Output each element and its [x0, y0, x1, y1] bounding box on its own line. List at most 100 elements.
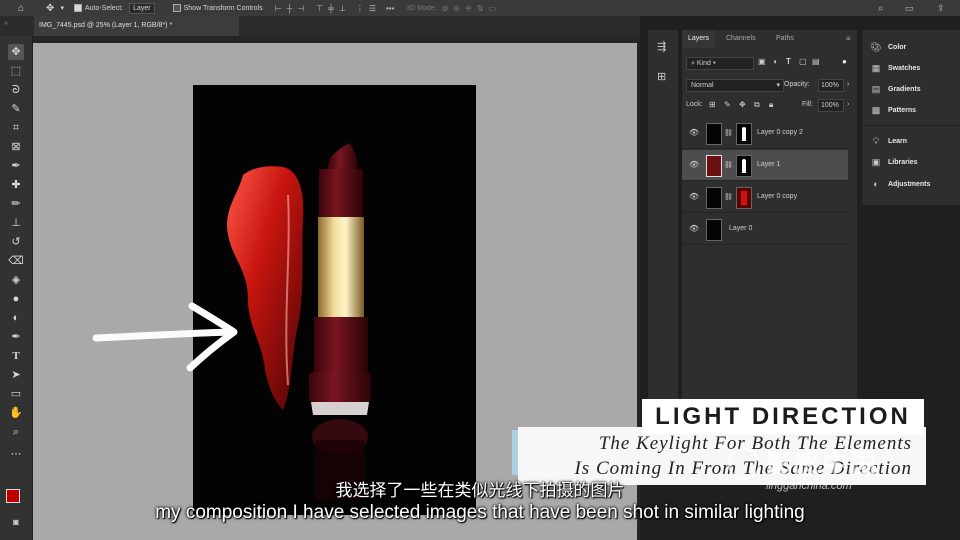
- share-icon[interactable]: ⇪: [937, 3, 945, 14]
- history-brush-tool-icon[interactable]: ↺: [8, 234, 24, 250]
- 3d-roll-icon[interactable]: ⊛: [453, 4, 460, 13]
- home-icon[interactable]: ⌂: [18, 3, 24, 14]
- properties-panel-icon[interactable]: ⊞: [657, 70, 666, 83]
- zoom-tool-icon[interactable]: ⌕: [8, 424, 24, 440]
- align-bottom-icon[interactable]: ⊥: [339, 4, 346, 13]
- filter-shape-icon[interactable]: ▢: [799, 57, 807, 66]
- eraser-tool-icon[interactable]: ⌫: [8, 253, 24, 269]
- visibility-eye-icon[interactable]: 👁︎: [689, 192, 699, 201]
- align-left-icon[interactable]: ⊢: [275, 4, 282, 13]
- move-tool-icon[interactable]: ✥: [8, 44, 24, 60]
- layer-thumbnail[interactable]: [706, 187, 722, 209]
- options-bar: ⌂ ✥ ▾ Auto-Select: Layer Show Transform …: [0, 0, 960, 17]
- panel-swatches[interactable]: ▦ Swatches: [870, 61, 921, 75]
- lock-pixels-icon[interactable]: ⊞: [709, 100, 716, 109]
- layer-mask-thumbnail[interactable]: [736, 155, 752, 177]
- layer-name[interactable]: Layer 0 copy 2: [757, 129, 803, 136]
- marquee-tool-icon[interactable]: ⬚: [8, 63, 24, 79]
- brush-tool-icon[interactable]: ✏: [8, 196, 24, 212]
- panel-menu-icon[interactable]: ≡: [846, 34, 851, 43]
- align-middle-icon[interactable]: ╪: [328, 4, 334, 13]
- auto-select-dropdown[interactable]: Layer: [129, 2, 155, 14]
- filter-kind-dropdown[interactable]: ⌕ Kind ▾: [686, 57, 754, 70]
- eyedropper-tool-icon[interactable]: ✒: [8, 158, 24, 174]
- more-options-icon[interactable]: •••: [386, 4, 394, 13]
- visibility-eye-icon[interactable]: 👁︎: [689, 128, 699, 137]
- path-selection-tool-icon[interactable]: ➤: [8, 367, 24, 383]
- panel-divider: [862, 125, 960, 126]
- dodge-tool-icon[interactable]: ◐: [8, 310, 24, 326]
- panel-learn[interactable]: 💡︎ Learn: [870, 134, 907, 148]
- tab-collapse-icon[interactable]: »: [4, 20, 8, 27]
- tab-paths[interactable]: Paths: [770, 30, 800, 48]
- auto-select-checkbox[interactable]: Auto-Select:: [73, 4, 123, 12]
- type-tool-icon[interactable]: T: [8, 348, 24, 364]
- tab-layers[interactable]: Layers: [682, 30, 716, 48]
- document-tab[interactable]: IMG_7445.psd @ 25% (Layer 1, RGB/8*) *: [34, 16, 239, 36]
- hand-tool-icon[interactable]: ✋: [8, 405, 24, 421]
- layer-row-selected[interactable]: 👁︎ ⛓︎ Layer 1: [682, 150, 848, 181]
- layer-mask-thumbnail[interactable]: [736, 187, 752, 209]
- visibility-eye-icon[interactable]: 👁︎: [689, 224, 699, 233]
- workspace-icon[interactable]: ▭: [905, 3, 914, 14]
- panel-adjustments[interactable]: ◐ Adjustments: [870, 177, 930, 191]
- move-tool-icon[interactable]: ✥: [46, 3, 54, 14]
- panel-gradients[interactable]: ▤ Gradients: [870, 82, 921, 96]
- blur-tool-icon[interactable]: ●: [8, 291, 24, 307]
- distribute-h-icon[interactable]: ☰: [369, 4, 376, 13]
- layer-name[interactable]: Layer 0: [729, 225, 752, 232]
- opacity-field[interactable]: 100%: [818, 79, 844, 92]
- fill-chevron-icon[interactable]: ›: [847, 101, 849, 108]
- layer-row[interactable]: 👁︎ ⛓︎ Layer 0 copy: [682, 182, 848, 213]
- 3d-camera-icon[interactable]: ▭: [489, 4, 497, 13]
- layer-row[interactable]: 👁︎ Layer 0: [682, 214, 848, 245]
- layer-mask-thumbnail[interactable]: [736, 123, 752, 145]
- history-panel-icon[interactable]: ⇶: [657, 40, 666, 53]
- lock-all-icon[interactable]: 🔒︎: [769, 100, 773, 110]
- filter-pixel-icon[interactable]: ▣: [758, 57, 766, 66]
- 3d-orbit-icon[interactable]: ⊚: [442, 4, 449, 13]
- panel-patterns[interactable]: ▩ Patterns: [870, 103, 916, 117]
- opacity-chevron-icon[interactable]: ›: [847, 81, 849, 88]
- filter-smart-icon[interactable]: ▤: [812, 57, 820, 66]
- layer-thumbnail[interactable]: [706, 123, 722, 145]
- 3d-pan-icon[interactable]: ✢: [465, 4, 472, 13]
- lock-brush-icon[interactable]: ✎: [724, 100, 731, 109]
- search-icon[interactable]: ⌕: [878, 3, 884, 14]
- rectangle-tool-icon[interactable]: ▭: [8, 386, 24, 402]
- layer-row[interactable]: 👁︎ ⛓︎ Layer 0 copy 2: [682, 118, 848, 149]
- quick-select-tool-icon[interactable]: ✎: [8, 101, 24, 117]
- more-tools-icon[interactable]: ⋯: [8, 446, 24, 462]
- panel-libraries[interactable]: ▣ Libraries: [870, 155, 918, 169]
- filter-adjust-icon[interactable]: ◑: [772, 57, 777, 66]
- panel-color-label: Color: [888, 43, 907, 51]
- distribute-icon[interactable]: ⋮: [356, 4, 364, 13]
- layer-thumbnail[interactable]: [706, 155, 722, 177]
- fill-field[interactable]: 100%: [818, 99, 844, 112]
- lock-position-icon[interactable]: ✥: [739, 100, 746, 109]
- frame-tool-icon[interactable]: ⊠: [8, 139, 24, 155]
- tab-channels[interactable]: Channels: [720, 30, 762, 48]
- blend-mode-dropdown[interactable]: Normal ▾: [686, 79, 784, 92]
- paint-bucket-tool-icon[interactable]: ◈: [8, 272, 24, 288]
- visibility-eye-icon[interactable]: 👁︎: [689, 160, 699, 169]
- layer-thumbnail[interactable]: [706, 219, 722, 241]
- layer-name[interactable]: Layer 0 copy: [757, 193, 797, 200]
- show-transform-checkbox[interactable]: Show Transform Controls: [172, 4, 263, 12]
- tool-preset-chevron-icon[interactable]: ▾: [60, 4, 64, 12]
- healing-brush-tool-icon[interactable]: ✚: [8, 177, 24, 193]
- 3d-slide-icon[interactable]: ⇅: [477, 4, 484, 13]
- align-center-icon[interactable]: ┼: [287, 4, 293, 13]
- layer-name[interactable]: Layer 1: [757, 161, 780, 168]
- lock-artboard-icon[interactable]: ⧉: [754, 100, 760, 110]
- lasso-tool-icon[interactable]: ᘐ: [8, 82, 24, 98]
- pen-tool-icon[interactable]: ✒: [8, 329, 24, 345]
- panel-color[interactable]: 🎨︎ Color: [870, 40, 906, 54]
- arrow-annotation: [92, 302, 238, 372]
- clone-stamp-tool-icon[interactable]: ⊥: [8, 215, 24, 231]
- filter-type-icon[interactable]: T: [786, 57, 791, 66]
- filter-toggle-icon[interactable]: ●: [842, 57, 847, 66]
- align-right-icon[interactable]: ⊣: [297, 4, 304, 13]
- crop-tool-icon[interactable]: ⌗: [8, 120, 24, 136]
- align-top-icon[interactable]: ⊤: [316, 4, 323, 13]
